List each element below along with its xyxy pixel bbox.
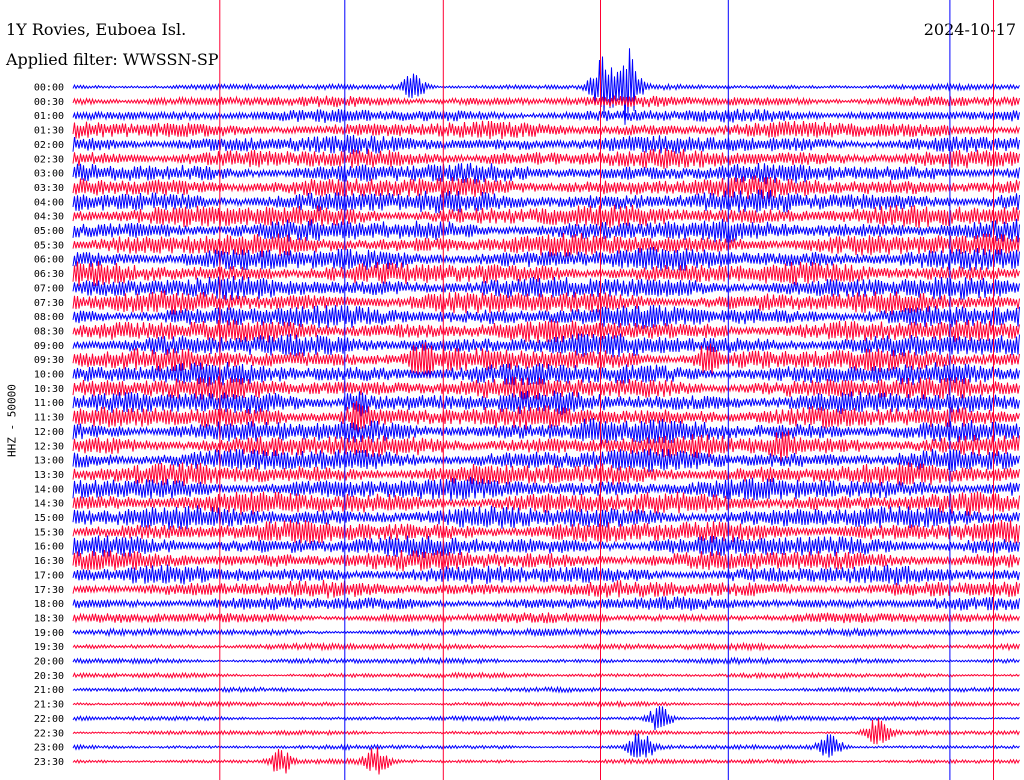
seismogram-trace [72, 147, 1020, 169]
row-time-label: 02:30 [34, 154, 64, 165]
seismogram-trace [72, 120, 1020, 139]
seismogram-trace [72, 718, 1020, 745]
row-time-label: 04:00 [34, 197, 64, 208]
row-time-label: 14:30 [34, 499, 64, 510]
row-time-label: 08:00 [34, 312, 64, 323]
row-time-label: 19:00 [34, 628, 64, 639]
seismogram-trace [72, 134, 1020, 155]
tick-label-group: 00:00 00:30 01:00 01:30 02:00 02:30 03:00 03:30… [34, 83, 64, 768]
row-time-label: 14:00 [34, 484, 64, 495]
row-time-label: 01:30 [34, 126, 64, 137]
seismogram-trace [72, 685, 1020, 694]
row-time-label: 02:00 [34, 140, 64, 151]
row-time-label: 11:30 [34, 413, 64, 424]
row-time-label: 06:00 [34, 255, 64, 266]
row-time-label: 22:00 [34, 714, 64, 725]
row-time-label: 12:30 [34, 441, 64, 452]
row-time-label: 07:30 [34, 298, 64, 309]
row-time-label: 13:00 [34, 456, 64, 467]
row-time-label: 16:00 [34, 542, 64, 553]
row-time-label: 03:00 [34, 169, 64, 180]
seismogram-trace [72, 706, 1020, 731]
seismogram-trace [72, 319, 1020, 343]
seismogram-trace [72, 627, 1020, 638]
row-time-label: 01:00 [34, 111, 64, 122]
seismogram-trace [72, 108, 1020, 123]
seismogram-trace [72, 700, 1020, 709]
row-time-label: 23:00 [34, 743, 64, 754]
row-time-label: 03:30 [34, 183, 64, 194]
row-time-label: 09:00 [34, 341, 64, 352]
row-time-label: 21:30 [34, 700, 64, 711]
row-time-label: 17:30 [34, 585, 64, 596]
seismogram-trace [72, 612, 1020, 624]
row-time-label: 00:30 [34, 97, 64, 108]
row-time-label: 23:30 [34, 757, 64, 768]
seismogram-trace [72, 519, 1020, 544]
seismogram-trace [72, 95, 1020, 108]
seismogram-trace [72, 175, 1020, 200]
seismogram-trace [72, 747, 1020, 775]
seismogram-trace [72, 671, 1020, 680]
seismogram-trace [72, 596, 1020, 611]
trace-group [72, 48, 1020, 775]
row-time-label: 15:30 [34, 527, 64, 538]
seismogram-trace [72, 491, 1020, 516]
seismogram-trace [72, 579, 1020, 599]
row-time-label: 15:00 [34, 513, 64, 524]
seismogram-trace [72, 549, 1020, 572]
row-time-label: 22:30 [34, 728, 64, 739]
seismogram-trace [72, 564, 1020, 586]
row-time-label: 09:30 [34, 355, 64, 366]
row-time-label: 21:00 [34, 685, 64, 696]
row-time-label: 07:00 [34, 283, 64, 294]
seismogram-trace [72, 204, 1020, 229]
row-time-label: 08:30 [34, 326, 64, 337]
row-time-label: 05:00 [34, 226, 64, 237]
row-time-label: 10:30 [34, 384, 64, 395]
row-time-label: 05:30 [34, 240, 64, 251]
row-time-label: 10:00 [34, 370, 64, 381]
row-time-label: 20:00 [34, 657, 64, 668]
row-time-label: 18:00 [34, 599, 64, 610]
row-time-label: 17:00 [34, 570, 64, 581]
seismogram-trace [72, 656, 1020, 666]
row-time-label: 04:30 [34, 212, 64, 223]
row-time-label: 06:30 [34, 269, 64, 280]
row-time-label: 20:30 [34, 671, 64, 682]
row-time-label: 12:00 [34, 427, 64, 438]
seismogram-trace [72, 417, 1020, 446]
seismogram-trace [72, 641, 1020, 652]
seismogram-trace [72, 162, 1020, 185]
row-time-label: 13:30 [34, 470, 64, 481]
row-time-label: 16:30 [34, 556, 64, 567]
row-time-label: 18:30 [34, 613, 64, 624]
row-time-label: 00:00 [34, 83, 64, 94]
helicorder-page: 1Y Rovies, Euboea Isl. Applied filter: W… [0, 0, 1024, 780]
seismogram-trace [72, 535, 1020, 558]
row-time-label: 19:30 [34, 642, 64, 653]
row-time-label: 11:00 [34, 398, 64, 409]
seismogram-plot: 00:00 00:30 01:00 01:30 02:00 02:30 03:00 03:30… [34, 0, 1020, 780]
seismogram-trace [72, 462, 1020, 487]
